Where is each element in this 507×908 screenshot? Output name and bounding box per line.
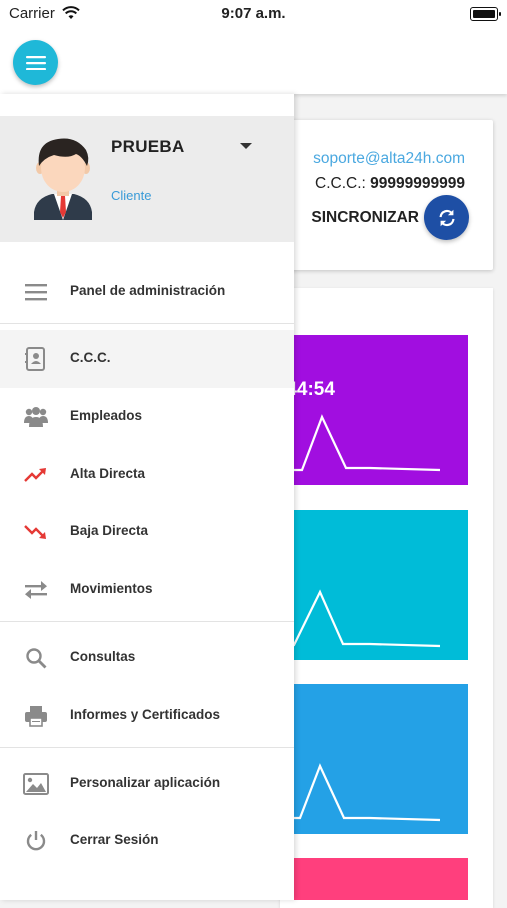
ccc-value: 99999999999 [370,175,465,192]
menu-item-personalizar[interactable]: Personalizar aplicación [0,755,294,813]
clock: 9:07 a.m. [221,5,286,22]
menu-label: Panel de administración [70,283,226,298]
search-icon [22,646,50,670]
power-icon [22,829,50,853]
trending-up-icon [22,463,50,487]
ccc-label: C.C.C.: [315,175,366,192]
menu-label: Alta Directa [70,466,146,481]
menu-item-ccc[interactable]: C.C.C. [0,330,294,388]
profile-name: PRUEBA [111,137,185,156]
menu-label: C.C.C. [70,350,111,365]
swap-arrows-icon [22,578,50,602]
stat-sparkline [280,414,441,472]
menu-label: Empleados [70,408,143,423]
ccc-line: C.C.C.: 99999999999 [315,175,465,193]
navigation-drawer: PRUEBA Cliente Panel de administración C… [0,94,294,900]
account-email[interactable]: soporte@alta24h.com [313,150,465,168]
menu-item-empleados[interactable]: Empleados [0,388,294,446]
divider [0,621,294,622]
app-bar [0,28,507,94]
stat-card-4[interactable] [280,858,468,900]
menu-item-alta-directa[interactable]: Alta Directa [0,446,294,504]
menu-label: Baja Directa [70,523,149,538]
menu-label: Consultas [70,649,136,664]
caret-down-icon[interactable] [240,143,252,149]
profile-role: Cliente [111,188,152,203]
stat-sparkline [280,589,441,648]
profile-header[interactable]: PRUEBA Cliente [0,116,294,242]
menu-label: Movimientos [70,581,153,596]
menu-item-panel[interactable]: Panel de administración [0,263,294,321]
contact-book-icon [22,347,50,371]
trending-down-icon [22,520,50,544]
stat-sparkline [280,763,441,822]
hamburger-icon [25,55,46,70]
account-card: soporte@alta24h.com C.C.C.: 99999999999 … [280,120,493,270]
people-icon [22,405,50,429]
sync-icon [438,209,455,226]
status-bar: Carrier 9:07 a.m. [0,0,507,28]
battery-icon [470,7,501,21]
image-icon [22,772,50,796]
menu-item-informes[interactable]: Informes y Certificados [0,687,294,745]
printer-icon [22,704,50,728]
sync-label: SINCRONIZAR [311,209,419,226]
menu-item-cerrar-sesion[interactable]: Cerrar Sesión [0,812,294,870]
menu-label: Informes y Certificados [70,707,221,722]
divider [0,747,294,748]
sync-button[interactable] [424,195,469,240]
menu-button[interactable] [13,40,58,85]
menu-item-movimientos[interactable]: Movimientos [0,561,294,619]
menu-label: Cerrar Sesión [70,832,159,847]
hamburger-icon [22,280,50,304]
menu-item-baja-directa[interactable]: Baja Directa [0,503,294,561]
menu-item-consultas[interactable]: Consultas [0,629,294,687]
stat-card-1[interactable]: :44:54 [280,335,468,485]
menu-label: Personalizar aplicación [70,775,221,790]
stat-card-2[interactable] [280,510,468,660]
divider [0,323,294,324]
avatar [34,138,92,220]
stat-card-3[interactable] [280,684,468,834]
